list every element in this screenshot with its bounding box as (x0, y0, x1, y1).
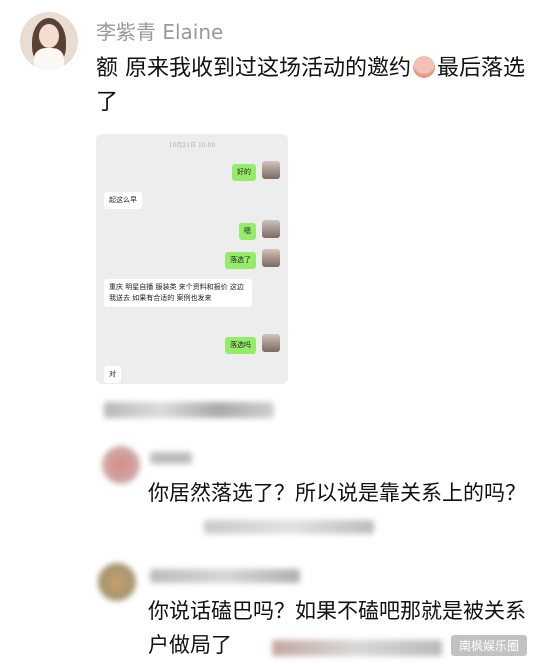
chat-bubble-2: 起这么早 (104, 192, 142, 209)
post-text: 额 原来我收到过这场活动的邀约 最后落选了 (96, 52, 526, 120)
chat-bubble-4: 落选了 (225, 252, 256, 269)
username[interactable]: 李紫青 Elaine (96, 16, 223, 45)
post-meta-blurred (104, 402, 274, 418)
comment-2-username-blurred (150, 569, 300, 583)
chat-bubble-3: 嗯 (239, 223, 256, 240)
comment-1-text-content: 你居然落选了？所以说是靠关系上的吗？ (148, 481, 526, 505)
comment-1-avatar[interactable] (102, 446, 140, 484)
chat-avatar-right-2 (262, 220, 280, 238)
comment-1-meta-blurred (204, 520, 374, 534)
comment-2-avatar[interactable] (98, 563, 136, 601)
chat-avatar-right-4 (262, 334, 280, 352)
comment-2-meta-blurred (272, 640, 442, 656)
chat-screenshot-image[interactable]: 10月21日 10:00 好的 起这么早 嗯 落选了 重庆 明星自播 服装类 来… (96, 134, 288, 384)
chat-bubble-7: 对 (104, 366, 121, 383)
comment-1-text: 你居然落选了？所以说是靠关系上的吗？ (148, 476, 528, 510)
chat-avatar-right-1 (262, 161, 280, 179)
user-avatar[interactable] (20, 12, 78, 70)
crying-emoji-icon (413, 56, 435, 78)
chat-bubble-5: 重庆 明星自播 服装类 来个资料和报价 这边我送去 如果有合适的 案例也发来 (104, 279, 252, 307)
chat-avatar-right-3 (262, 249, 280, 267)
avatar-dress (34, 48, 64, 70)
chat-bubble-1: 好的 (232, 164, 256, 181)
avatar-face (39, 24, 59, 48)
watermark: 南枫娱乐圈 (450, 635, 527, 656)
post-text-part1: 额 原来我收到过这场活动的邀约 (96, 56, 411, 81)
comment-1-username-blurred (150, 452, 192, 464)
chat-bubble-6: 落选吗 (225, 337, 256, 354)
chat-time: 10月21日 10:00 (168, 142, 216, 149)
